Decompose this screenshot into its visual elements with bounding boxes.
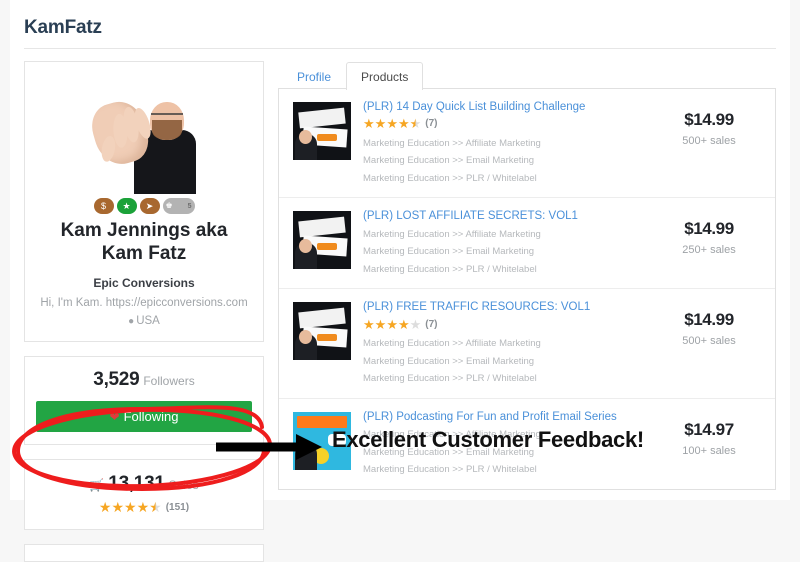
product-rating-count: (7) — [425, 118, 438, 130]
profile-location-label: USA — [136, 314, 160, 327]
tab-bar: Profile Products — [278, 61, 776, 90]
product-sales-count: 500+ sales — [682, 135, 736, 147]
sales-rating-stars: ★★★★★ — [99, 499, 162, 515]
profile-bio: Hi, I'm Kam. https://epicconversions.com — [40, 296, 248, 309]
followers-label: Followers — [143, 373, 195, 388]
avatar — [37, 76, 251, 194]
product-row[interactable]: (PLR) LOST AFFILIATE SECRETS: VOL1 Market… — [279, 198, 775, 290]
badge-list: $ ★ ➤ ♚ 5 — [37, 198, 251, 214]
sales-label: Sales — [168, 477, 199, 492]
profile-name: Kam Jennings aka Kam Fatz — [60, 220, 228, 264]
products-list: (PLR) 14 Day Quick List Building Challen… — [278, 89, 776, 490]
product-title-link[interactable]: (PLR) 14 Day Quick List Building Challen… — [363, 100, 647, 114]
trophy-badge-icon[interactable]: ♚ 5 — [162, 198, 195, 214]
profile-photo-icon — [88, 78, 200, 194]
product-category: Marketing Education >> PLR / Whitelabel — [363, 263, 537, 275]
product-category: Marketing Education >> Email Marketing — [363, 246, 535, 258]
product-price-block: $14.97 100+ sales — [657, 410, 761, 479]
product-info: (PLR) FREE TRAFFIC RESOURCES: VOL1 ★★★★★(… — [363, 300, 657, 387]
sales-count: 13,131 — [108, 472, 165, 494]
star-full-icon: ★ — [386, 116, 398, 132]
star-half-icon: ★ — [409, 116, 422, 132]
product-category: Marketing Education >> Email Marketing — [363, 355, 535, 367]
sales-rating-count: (151) — [165, 501, 190, 513]
product-row[interactable]: (PLR) Podcasting For Fun and Profit Emai… — [279, 399, 775, 489]
product-category: Marketing Education >> Affiliate Marketi… — [363, 137, 541, 149]
trophy-badge-count: 5 — [187, 202, 192, 210]
star-full-icon: ★ — [111, 498, 125, 515]
product-title-link[interactable]: (PLR) FREE TRAFFIC RESOURCES: VOL1 — [363, 300, 647, 314]
page-content: $ ★ ➤ ♚ 5 Kam Jennings aka Kam Fatz Epic … — [10, 49, 790, 562]
star-full-icon: ★ — [98, 498, 112, 515]
profile-card: $ ★ ➤ ♚ 5 Kam Jennings aka Kam Fatz Epic … — [24, 61, 264, 342]
product-price: $14.97 — [684, 419, 734, 439]
product-title-link[interactable]: (PLR) Podcasting For Fun and Profit Emai… — [363, 410, 647, 424]
product-row[interactable]: (PLR) 14 Day Quick List Building Challen… — [279, 89, 775, 199]
profile-location: ● USA — [37, 315, 251, 327]
product-rating: ★★★★★ (7) — [363, 116, 647, 132]
product-rating: ★★★★★ (7) — [363, 317, 647, 333]
product-sales-count: 100+ sales — [682, 444, 736, 457]
star-full-icon: ★ — [363, 116, 375, 132]
following-button-label: Following — [123, 408, 179, 424]
product-price: $14.99 — [684, 219, 734, 239]
rocket-badge-icon[interactable]: ➤ — [139, 198, 160, 214]
star-full-icon: ★ — [363, 316, 375, 332]
sales-card: 🛒 13,131 Sales ★★★★★ (151) — [24, 458, 264, 530]
tab-profile[interactable]: Profile — [282, 62, 346, 90]
star-full-icon: ★ — [397, 116, 410, 132]
star-empty-icon: ★ — [409, 316, 422, 332]
product-category: Marketing Education >> Email Marketing — [363, 155, 535, 167]
product-info: (PLR) 14 Day Quick List Building Challen… — [363, 100, 657, 187]
dollar-badge-icon[interactable]: $ — [93, 198, 114, 214]
profile-company: Epic Conversions — [93, 275, 195, 290]
product-thumbnail[interactable] — [293, 302, 351, 361]
product-info: (PLR) LOST AFFILIATE SECRETS: VOL1 Market… — [363, 209, 657, 278]
product-thumbnail[interactable] — [293, 411, 351, 470]
product-price: $14.99 — [684, 310, 734, 330]
heart-icon: ❤ — [109, 409, 120, 424]
product-row[interactable]: (PLR) FREE TRAFFIC RESOURCES: VOL1 ★★★★★(… — [279, 289, 775, 399]
product-category: Marketing Education >> PLR / Whitelabel — [363, 172, 537, 184]
star-full-icon: ★ — [374, 316, 387, 332]
page-root: KamFatz $ ★ ➤ ♚ 5 Kam Jennings aka Kam F… — [10, 0, 790, 562]
location-pin-icon: ● — [128, 315, 135, 327]
product-category: Marketing Education >> Affiliate Marketi… — [363, 429, 541, 441]
star-full-icon: ★ — [374, 116, 387, 132]
products-section: Profile Products (PLR) 14 Day Quick List… — [278, 61, 776, 562]
tab-products[interactable]: Products — [346, 62, 424, 90]
product-thumbnail[interactable] — [293, 102, 351, 160]
sales-rating: ★★★★★ (151) — [36, 499, 252, 516]
star-badge-icon[interactable]: ★ — [116, 198, 137, 214]
product-price: $14.99 — [684, 110, 734, 129]
product-sales-count: 500+ sales — [682, 335, 736, 348]
star-full-icon: ★ — [136, 498, 150, 515]
star-full-icon: ★ — [386, 316, 398, 332]
product-category: Marketing Education >> PLR / Whitelabel — [363, 373, 537, 385]
product-price-block: $14.99 250+ sales — [657, 209, 761, 278]
star-full-icon: ★ — [124, 498, 137, 515]
followers-stat: 3,529 Followers — [36, 369, 252, 391]
sales-stat: 🛒 13,131 Sales — [36, 473, 252, 495]
product-thumbnail[interactable] — [293, 211, 351, 270]
product-info: (PLR) Podcasting For Fun and Profit Emai… — [363, 410, 657, 479]
product-category: Marketing Education >> Email Marketing — [363, 446, 535, 458]
following-button[interactable]: ❤ Following — [36, 400, 252, 432]
product-category: Marketing Education >> Affiliate Marketi… — [363, 338, 541, 349]
sidebar-card-stub — [24, 543, 264, 562]
star-full-icon: ★ — [397, 316, 410, 332]
product-price-block: $14.99 500+ sales — [657, 300, 761, 387]
product-rating-count: (7) — [425, 318, 438, 330]
product-price-block: $14.99 500+ sales — [657, 100, 761, 187]
star-half-icon: ★ — [149, 498, 162, 515]
product-title-link[interactable]: (PLR) LOST AFFILIATE SECRETS: VOL1 — [363, 209, 647, 223]
followers-count: 3,529 — [93, 368, 140, 390]
profile-sidebar: $ ★ ➤ ♚ 5 Kam Jennings aka Kam Fatz Epic … — [24, 61, 264, 562]
cart-icon: 🛒 — [89, 477, 105, 492]
page-title: KamFatz — [24, 17, 102, 38]
followers-card: 3,529 Followers ❤ Following — [24, 355, 264, 445]
product-category: Marketing Education >> Affiliate Marketi… — [363, 228, 541, 240]
product-category: Marketing Education >> PLR / Whitelabel — [363, 464, 537, 476]
product-sales-count: 250+ sales — [682, 244, 736, 257]
